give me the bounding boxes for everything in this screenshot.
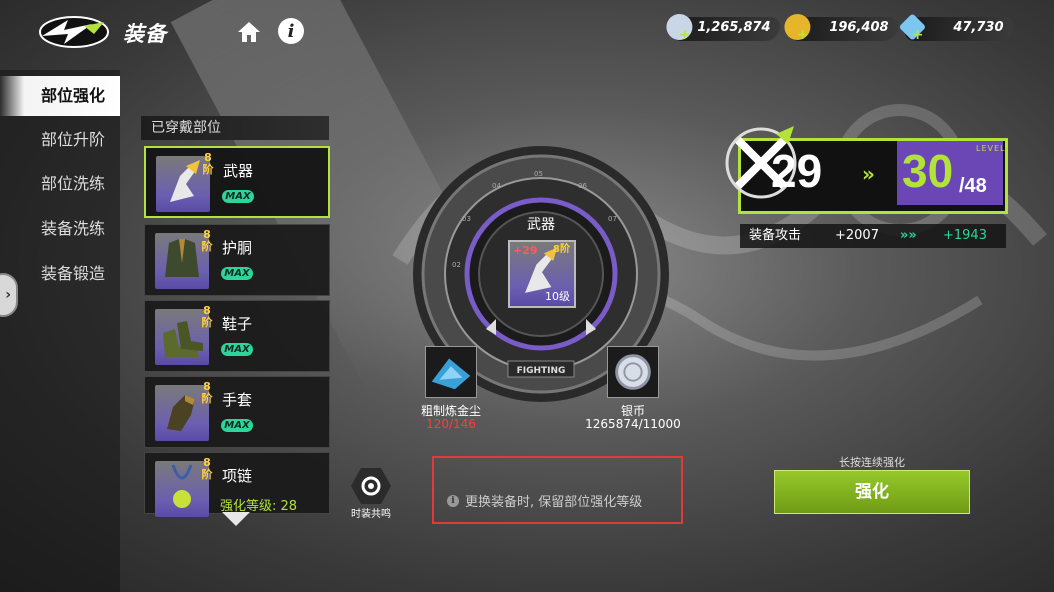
dial-tick: 04 <box>492 182 501 190</box>
equip-slot-necklace[interactable]: 8阶 项链 强化等级: 28 <box>144 452 330 517</box>
add-diamond-icon[interactable]: + <box>912 27 924 43</box>
equip-slot-gloves[interactable]: 8阶 手套 MAX <box>144 376 330 448</box>
enhance-level-text: 强化等级: 28 <box>220 499 298 514</box>
tier-badge: 8阶 <box>202 151 214 176</box>
center-weapon-slot[interactable]: +29 8阶 10级 <box>508 240 576 308</box>
max-badge: MAX <box>221 419 253 432</box>
equip-slot-shoes[interactable]: 8阶 鞋子 MAX <box>144 300 330 372</box>
left-nav: 部位强化 部位升阶 部位洗练 装备洗练 装备锻造 <box>0 70 120 592</box>
current-level: 29 <box>771 145 823 197</box>
material-count: 1265874/11000 <box>585 417 681 431</box>
tier-badge: 8阶 <box>201 380 213 405</box>
slot-name: 武器 <box>223 162 254 180</box>
expand-nav-arrow-icon[interactable]: › <box>0 273 18 317</box>
back-logo-icon[interactable] <box>34 14 110 50</box>
nav-item-part-refine[interactable]: 部位洗练 <box>0 164 120 204</box>
next-level: 30 <box>902 145 954 197</box>
silver-amount: 1,265,874 <box>697 20 771 35</box>
max-badge: MAX <box>221 267 253 280</box>
dial-tick: 07 <box>608 215 617 223</box>
nav-item-equip-forge[interactable]: 装备锻造 <box>0 254 120 294</box>
stat-row-equip-attack: 装备攻击 +2007 »» +1943 <box>740 224 1006 248</box>
dial-tick: 05 <box>534 170 543 178</box>
equipped-list-header: 已穿戴部位 <box>141 116 329 140</box>
max-level: /48 <box>959 175 987 197</box>
add-silver-icon[interactable]: + <box>679 27 691 43</box>
info-small-icon: i <box>447 494 459 507</box>
stat-name: 装备攻击 <box>749 228 802 243</box>
silver-coin-icon <box>615 354 651 390</box>
material-count: 120/146 <box>426 417 476 431</box>
resonance-label: 时装共鸣 <box>351 509 391 520</box>
diamond-amount: 47,730 <box>953 20 1004 35</box>
item-level: 10级 <box>545 290 570 303</box>
alchemy-dust-icon <box>431 358 471 390</box>
nav-item-equip-refine[interactable]: 装备洗练 <box>0 209 120 249</box>
gold-amount: 196,408 <box>829 20 889 35</box>
max-badge: MAX <box>222 190 254 203</box>
info-icon[interactable]: i <box>278 18 304 44</box>
tip-message: i 更换装备时, 保留部位强化等级 <box>447 491 642 510</box>
stat-next: +1943 <box>943 228 987 243</box>
enhance-plus-value: +29 <box>513 244 538 257</box>
slot-name: 项链 <box>222 467 253 485</box>
tip-highlight-box <box>432 456 683 524</box>
nav-item-part-upgrade[interactable]: 部位升阶 <box>0 120 120 160</box>
stat-arrow-icon: »» <box>900 228 917 243</box>
material-silver-coin[interactable] <box>607 346 659 398</box>
level-tag: LEVEL <box>976 144 1006 153</box>
dial-tick: 06 <box>578 182 587 190</box>
dial-tick: 03 <box>462 215 471 223</box>
center-equip-label: 武器 <box>527 217 555 233</box>
nav-item-part-enhance[interactable]: 部位强化 <box>0 76 120 116</box>
dial-tick: 02 <box>452 261 461 269</box>
top-bar: 装备 i + 1,265,874 + 196,408 + 47,730 <box>0 0 1054 62</box>
stat-current: +2007 <box>835 228 879 243</box>
slot-name: 护胴 <box>222 239 253 257</box>
currency-gold: + 196,408 <box>784 14 901 43</box>
page-title: 装备 <box>123 22 167 46</box>
currency-diamond: + 47,730 <box>898 13 1016 43</box>
equip-slot-chest[interactable]: 8阶 护胴 MAX <box>144 224 330 296</box>
max-badge: MAX <box>221 343 253 356</box>
scroll-down-arrow-icon[interactable] <box>222 512 250 526</box>
home-icon[interactable] <box>236 19 262 45</box>
slot-name: 手套 <box>222 391 253 409</box>
add-gold-icon[interactable]: + <box>797 27 809 43</box>
dial-label: FIGHTING <box>517 366 566 376</box>
tier-badge: 8阶 <box>201 456 213 481</box>
equip-slot-weapon[interactable]: 8阶 武器 MAX <box>144 146 330 218</box>
tier-badge: 8阶 <box>553 244 570 255</box>
slot-name: 鞋子 <box>222 315 253 333</box>
tier-badge: 8阶 <box>201 304 213 329</box>
material-alchemy-dust[interactable] <box>425 346 477 398</box>
tier-badge: 8阶 <box>201 228 213 253</box>
hold-to-enhance-label: 长按连续强化 <box>839 456 905 469</box>
skin-resonance-button[interactable]: 时装共鸣 <box>346 468 396 520</box>
enhance-button[interactable]: 强化 <box>774 470 970 514</box>
tip-text: 更换装备时, 保留部位强化等级 <box>465 495 643 510</box>
currency-silver: + 1,265,874 <box>666 14 783 43</box>
resonance-hex-icon <box>351 468 391 504</box>
level-arrow-icon: » <box>862 162 875 186</box>
